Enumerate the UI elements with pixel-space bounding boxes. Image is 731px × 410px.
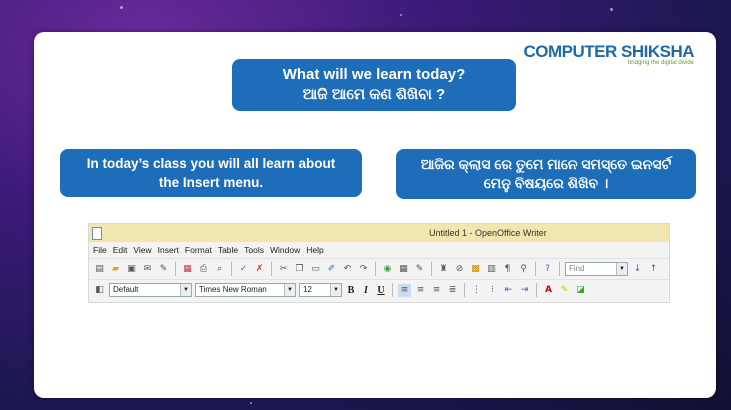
spellcheck-icon[interactable]: ✓	[237, 263, 250, 276]
paragraph-style-value: Default	[113, 285, 139, 294]
autospellcheck-icon[interactable]: ✗	[253, 263, 266, 276]
toolbar-separator	[431, 262, 432, 276]
menu-window[interactable]: Window	[270, 245, 300, 255]
sparkle	[400, 14, 402, 16]
sparkle	[120, 6, 123, 9]
logo-brand-b: SHIKSHA	[620, 42, 695, 61]
sparkle	[250, 402, 252, 404]
align-left-icon[interactable]: ≡	[398, 283, 411, 297]
gallery-icon[interactable]: ▩	[469, 263, 482, 276]
menu-edit[interactable]: Edit	[113, 245, 128, 255]
document-icon	[92, 227, 102, 240]
menu-insert[interactable]: Insert	[158, 245, 179, 255]
paste-icon[interactable]: ▭	[309, 263, 322, 276]
title-odia: ଆଜି ଆମେ କଣ ଶିଖିବା ?	[302, 86, 446, 103]
paragraph-style-select[interactable]: Default ▼	[109, 283, 192, 297]
toolbar-separator	[559, 262, 560, 276]
bold-button[interactable]: B	[345, 285, 357, 296]
align-center-icon[interactable]: ≡	[414, 284, 427, 297]
find-placeholder: Find	[569, 264, 585, 273]
undo-icon[interactable]: ↶	[341, 263, 354, 276]
format-paintbrush-icon[interactable]: ✐	[325, 263, 338, 276]
data-sources-icon[interactable]: ▥	[485, 263, 498, 276]
sparkle	[610, 8, 613, 11]
decrease-indent-icon[interactable]: ⇤	[502, 284, 515, 297]
background-color-icon[interactable]: ◪	[574, 284, 587, 297]
redo-icon[interactable]: ↷	[357, 263, 370, 276]
italic-button[interactable]: I	[360, 285, 372, 296]
chevron-down-icon[interactable]: ▼	[330, 284, 341, 296]
copy-icon[interactable]: ❐	[293, 263, 306, 276]
navigator-icon[interactable]: ⊘	[453, 263, 466, 276]
toolbar-separator	[392, 283, 393, 297]
odia-description-box: ଆଜିର କ୍ଲାସ ରେ ତୁମେ ମାନେ ସମସ୍ତେ ଇନସର୍ଟ ମେ…	[396, 149, 696, 199]
odia-line-1: ଆଜିର କ୍ଲାସ ରେ ତୁମେ ମାନେ ସମସ୍ତେ ଇନସର୍ଟ	[420, 156, 672, 172]
toolbar-separator	[464, 283, 465, 297]
nonprinting-chars-icon[interactable]: ¶	[501, 263, 514, 276]
chevron-down-icon[interactable]: ▼	[284, 284, 295, 296]
font-name-select[interactable]: Times New Roman ▼	[195, 283, 296, 297]
help-icon[interactable]: ?	[541, 263, 554, 276]
english-line-1: In today’s class you will all learn abou…	[86, 156, 336, 171]
toolbar-separator	[375, 262, 376, 276]
menu-help[interactable]: Help	[306, 245, 323, 255]
bullets-icon[interactable]: ⁝	[486, 284, 499, 297]
hyperlink-icon[interactable]: ◉	[381, 263, 394, 276]
toolbar-separator	[231, 262, 232, 276]
writer-screenshot: Untitled 1 - OpenOffice Writer File Edit…	[88, 223, 670, 303]
find-previous-icon[interactable]: ↑	[647, 263, 660, 276]
font-size-value: 12	[303, 285, 312, 294]
odia-line-2: ମେନୁ ବିଷୟରେ ଶିଖିବ ।	[483, 175, 609, 191]
print-icon[interactable]: ⎙	[197, 263, 210, 276]
toolbar-separator	[175, 262, 176, 276]
align-right-icon[interactable]: ≡	[430, 284, 443, 297]
open-folder-icon[interactable]: ▰	[109, 263, 122, 276]
find-next-icon[interactable]: ↓	[631, 263, 644, 276]
menu-file[interactable]: File	[93, 245, 107, 255]
export-pdf-icon[interactable]: ▦	[181, 263, 194, 276]
underline-button[interactable]: U	[375, 285, 387, 296]
toolbar-separator	[535, 262, 536, 276]
find-input[interactable]: Find ▼	[565, 262, 628, 276]
new-document-icon[interactable]: ▤	[93, 263, 106, 276]
save-icon[interactable]: ▣	[125, 263, 138, 276]
slide: COMPUTER SHIKSHA bridging the digital di…	[34, 32, 716, 398]
find-replace-icon[interactable]: ♜	[437, 263, 450, 276]
increase-indent-icon[interactable]: ⇥	[518, 284, 531, 297]
title-english: What will we learn today?	[282, 66, 466, 83]
menu-tools[interactable]: Tools	[244, 245, 264, 255]
email-icon[interactable]: ✉	[141, 263, 154, 276]
menu-format[interactable]: Format	[185, 245, 212, 255]
toolbar-separator	[536, 283, 537, 297]
highlighting-icon[interactable]: ✎	[558, 284, 571, 297]
chevron-down-icon[interactable]: ▼	[180, 284, 191, 296]
styles-formatting-icon[interactable]: ◧	[93, 284, 106, 297]
computer-shiksha-logo: COMPUTER SHIKSHA bridging the digital di…	[523, 42, 694, 66]
edit-file-icon[interactable]: ✎	[157, 263, 170, 276]
print-preview-icon[interactable]: ⌕	[213, 263, 226, 276]
font-size-select[interactable]: 12 ▼	[299, 283, 342, 297]
menu-bar: File Edit View Insert Format Table Tools…	[89, 242, 669, 258]
title-box: What will we learn today? ଆଜି ଆମେ କଣ ଶିଖ…	[232, 59, 516, 111]
menu-view[interactable]: View	[133, 245, 151, 255]
english-line-2: the Insert menu.	[158, 175, 264, 190]
toolbar-separator	[271, 262, 272, 276]
font-name-value: Times New Roman	[199, 285, 267, 294]
english-description-box: In today’s class you will all learn abou…	[60, 149, 362, 197]
draw-functions-icon[interactable]: ✎	[413, 263, 426, 276]
chevron-down-icon[interactable]: ▼	[616, 263, 627, 275]
writer-titlebar: Untitled 1 - OpenOffice Writer	[89, 224, 669, 242]
justify-icon[interactable]: ≣	[446, 284, 459, 297]
zoom-icon[interactable]: ⚲	[517, 263, 530, 276]
cut-icon[interactable]: ✂	[277, 263, 290, 276]
menu-table[interactable]: Table	[218, 245, 238, 255]
logo-brand-a: COMPUTER	[523, 42, 617, 61]
table-icon[interactable]: ▦	[397, 263, 410, 276]
numbering-icon[interactable]: ⋮	[470, 284, 483, 297]
formatting-toolbar: ◧ Default ▼ Times New Roman ▼ 12 ▼ B I U…	[89, 279, 669, 300]
window-title: Untitled 1 - OpenOffice Writer	[429, 228, 547, 238]
standard-toolbar: ▤ ▰ ▣ ✉ ✎ ▦ ⎙ ⌕ ✓ ✗ ✂ ❐ ▭ ✐ ↶ ↷ ◉ ▦ ✎ ♜ …	[89, 258, 669, 279]
font-color-icon[interactable]: A	[542, 284, 555, 297]
